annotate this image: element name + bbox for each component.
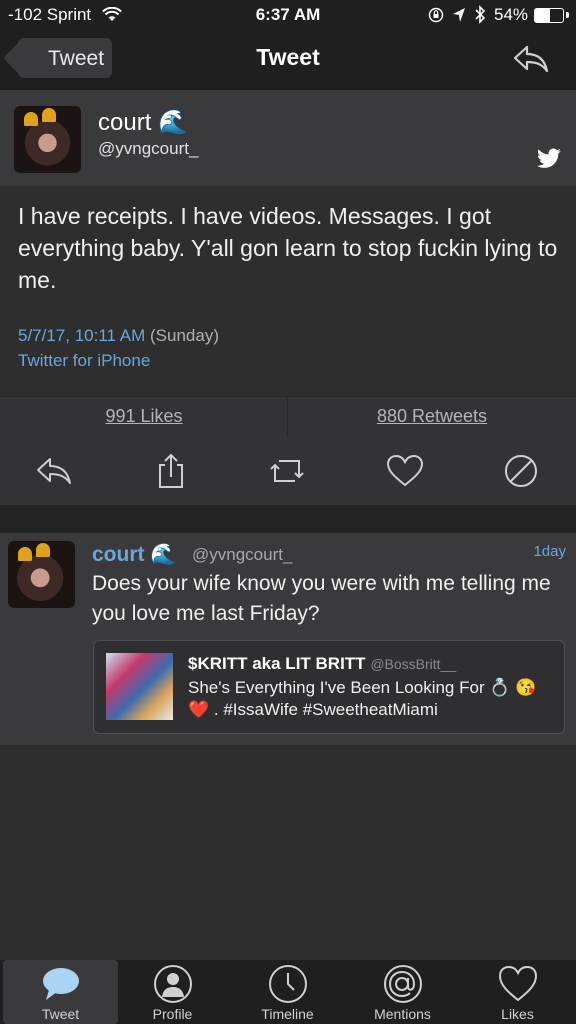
tweet-author-header[interactable]: court 🌊 @yvngcourt_ — [0, 90, 576, 186]
retweet-icon[interactable] — [267, 453, 307, 489]
filter-ear-right — [42, 108, 56, 122]
filter-ear-left — [18, 547, 32, 561]
tab-timeline[interactable]: Timeline — [230, 960, 345, 1024]
tab-bar: Tweet Profile Timeline Mentions Likes — [0, 960, 576, 1024]
tweet-body: I have receipts. I have videos. Messages… — [0, 186, 576, 396]
reply-icon[interactable] — [34, 453, 74, 489]
location-arrow-icon — [453, 8, 465, 22]
quoted-author: $KRITT aka LIT BRITT @BossBritt__ — [188, 654, 456, 674]
tweet-timestamp: 5/7/17, 10:11 AM (Sunday) — [18, 326, 219, 346]
bluetooth-icon — [475, 5, 486, 24]
tab-label: Timeline — [261, 1006, 314, 1022]
share-icon[interactable] — [151, 453, 191, 489]
heart-icon — [498, 965, 538, 1002]
author-name: court 🌊 — [98, 109, 188, 136]
quoted-author-name: $KRITT aka LIT BRITT — [188, 654, 366, 673]
tweet-weekday: (Sunday) — [150, 326, 219, 345]
navigation-bar: Tweet Tweet — [0, 30, 576, 90]
reply-timestamp: 1day — [533, 543, 566, 560]
section-divider — [0, 505, 576, 533]
reply-arrow-icon[interactable] — [512, 44, 550, 74]
tab-tweet[interactable]: Tweet — [3, 960, 118, 1024]
tweet-stats: 991 Likes 880 Retweets — [0, 396, 576, 438]
tab-label: Tweet — [41, 1006, 80, 1022]
tab-mentions[interactable]: Mentions — [345, 960, 460, 1024]
battery-icon — [534, 8, 564, 23]
likes-count-link[interactable]: 991 Likes — [0, 406, 288, 427]
quoted-tweet-image — [106, 653, 173, 720]
filter-ear-right — [36, 543, 50, 557]
avatar[interactable] — [14, 106, 81, 173]
tab-label: Likes — [501, 1006, 534, 1022]
reply-author-name: court 🌊 — [92, 543, 177, 566]
speech-bubble-icon — [43, 968, 79, 1000]
retweets-count-link[interactable]: 880 Retweets — [288, 406, 576, 427]
battery-percent: 54% — [494, 5, 529, 24]
reply-avatar[interactable] — [8, 541, 75, 608]
like-heart-icon[interactable] — [385, 453, 425, 489]
at-sign-icon — [384, 965, 422, 1003]
reply-text: Does your wife know you were with me tel… — [92, 572, 551, 625]
tab-label: Profile — [152, 1006, 193, 1022]
twitter-bird-icon — [536, 148, 561, 168]
tweet-text: I have receipts. I have videos. Messages… — [18, 203, 558, 293]
tab-profile[interactable]: Profile — [115, 960, 230, 1024]
filter-ear-left — [24, 112, 38, 126]
reply-tweet[interactable]: court 🌊 @yvngcourt_ 1day Does your wife … — [0, 533, 576, 745]
quoted-tweet-card[interactable]: $KRITT aka LIT BRITT @BossBritt__ She's … — [93, 640, 565, 734]
tweet-date[interactable]: 5/7/17, 10:11 AM — [18, 326, 145, 345]
quoted-author-handle: @BossBritt__ — [370, 656, 457, 672]
status-bar: -102 Sprint 6:37 AM 54% — [0, 0, 576, 30]
quoted-tweet-text: She's Everything I've Been Looking For 💍… — [188, 678, 537, 719]
reply-author-handle: @yvngcourt_ — [192, 545, 293, 564]
page-title: Tweet — [256, 44, 320, 70]
tab-likes[interactable]: Likes — [460, 960, 575, 1024]
mute-block-icon[interactable] — [501, 453, 541, 489]
battery-tip — [566, 12, 569, 18]
person-icon — [154, 965, 192, 1003]
tab-label: Mentions — [374, 1006, 431, 1022]
tweet-source[interactable]: Twitter for iPhone — [18, 351, 150, 371]
tweet-action-bar — [0, 437, 576, 505]
author-handle: @yvngcourt_ — [98, 139, 199, 158]
clock-icon — [269, 965, 307, 1003]
orientation-lock-icon — [428, 7, 444, 23]
clock-time: 6:37 AM — [255, 5, 321, 24]
